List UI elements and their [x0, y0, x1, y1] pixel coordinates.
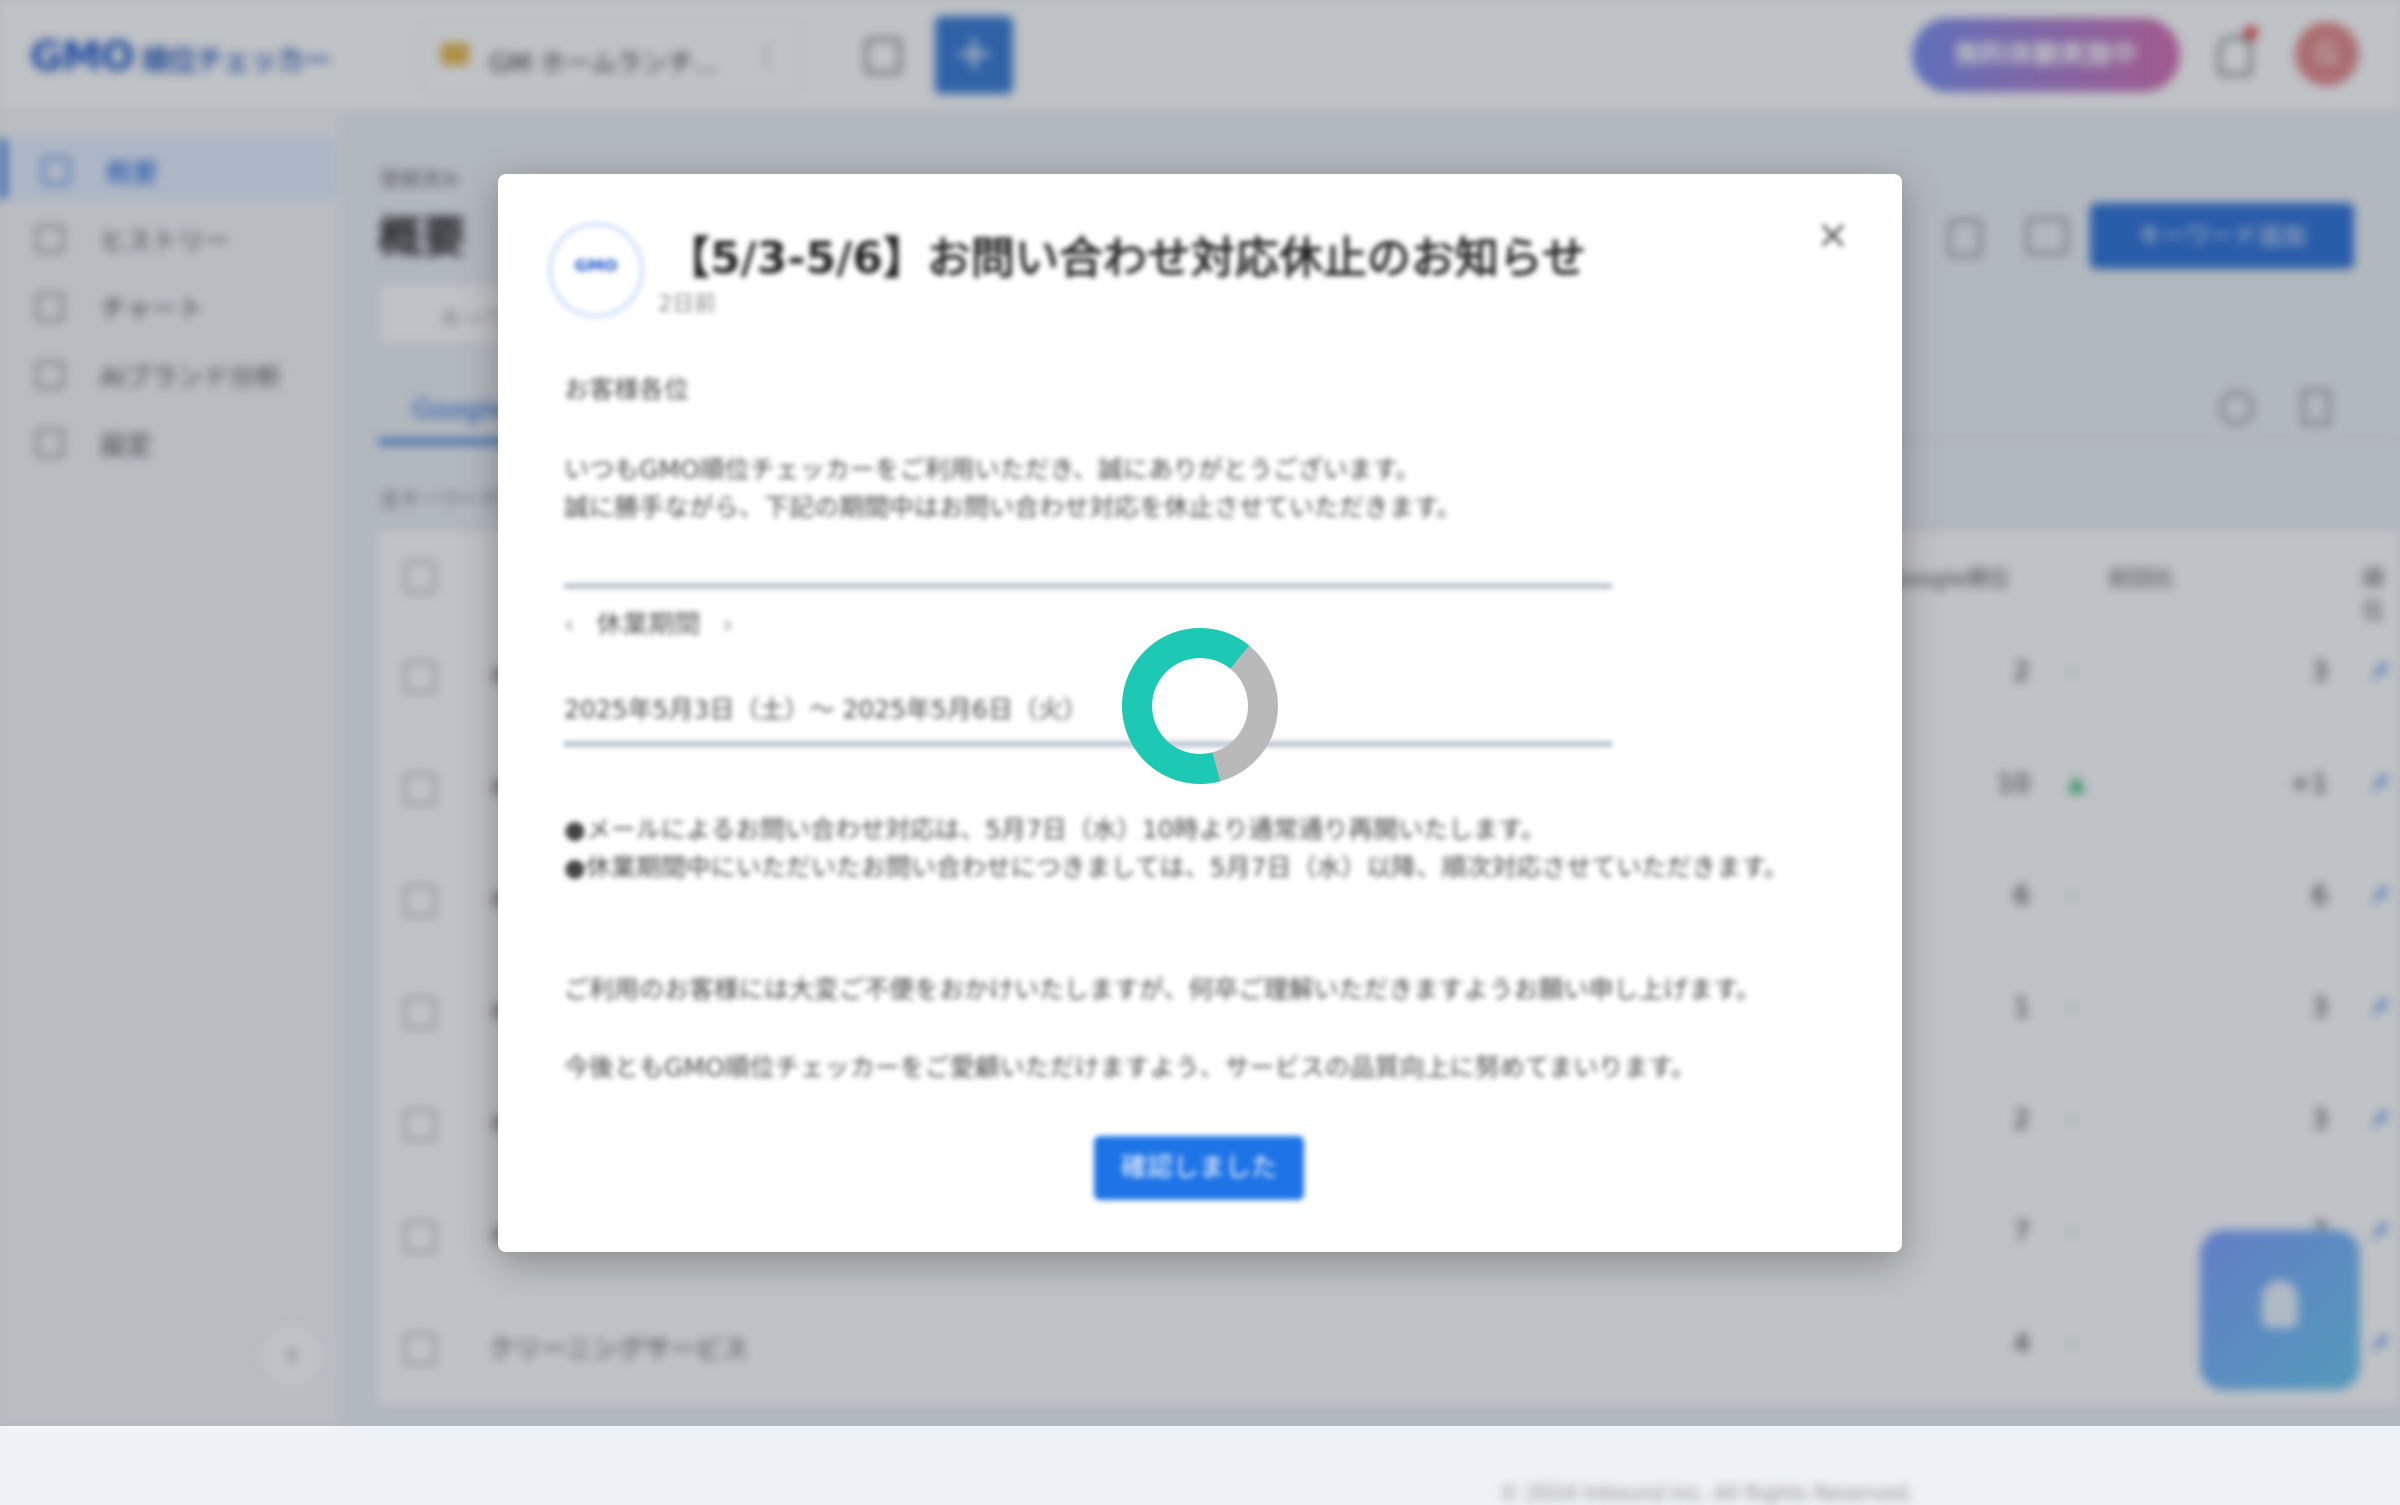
close-icon[interactable]: ×	[1816, 212, 1850, 258]
dialog-note: ●メールによるお問い合わせ対応は、5月7日（水）10時より通常通り再開いたします…	[564, 815, 1546, 844]
dialog-paragraph: ご利用のお客様には大変ご不便をおかけいたしますが、何卒ご理解いただきますようお願…	[564, 975, 1762, 1004]
dialog-date: 2日前	[658, 292, 716, 317]
divider	[564, 584, 1612, 588]
divider	[564, 742, 1612, 746]
footer-copyright: © 2024 Inbound Inc. All Rights Reserved.	[1500, 1481, 1914, 1505]
gmo-logo-icon: GMO	[548, 222, 644, 318]
loading-spinner-graphic	[1122, 628, 1278, 784]
period-nav: ‹ 休業期間 ›	[564, 604, 755, 641]
dialog-paragraph: いつもGMO順位チェッカーをご利用いただき、誠にありがとうございます。	[564, 455, 1421, 484]
chevron-right-icon[interactable]: ›	[722, 610, 732, 640]
confirm-button[interactable]: 確認しました	[1094, 1136, 1304, 1200]
dialog-note: ●休業期間中にいただいたお問い合わせにつきましては、5月7日（水）以降、順次対応…	[564, 853, 1789, 882]
chevron-left-icon[interactable]: ‹	[564, 610, 574, 640]
period-nav-label: 休業期間	[596, 610, 701, 640]
dialog-paragraph: 誠に勝手ながら、下記の期間中はお問い合わせ対応を休止させていただきます。	[564, 493, 1462, 522]
dialog-title: 【5/3-5/6】お問い合わせ対応休止のお知らせ	[666, 233, 1586, 284]
gmo-logo-text: GMO	[574, 256, 618, 275]
dialog-greeting: お客様各位	[564, 375, 690, 404]
dialog-paragraph: 今後ともGMO順位チェッカーをご愛顧いただけますよう、サービスの品質向上に努めて…	[564, 1053, 1696, 1082]
